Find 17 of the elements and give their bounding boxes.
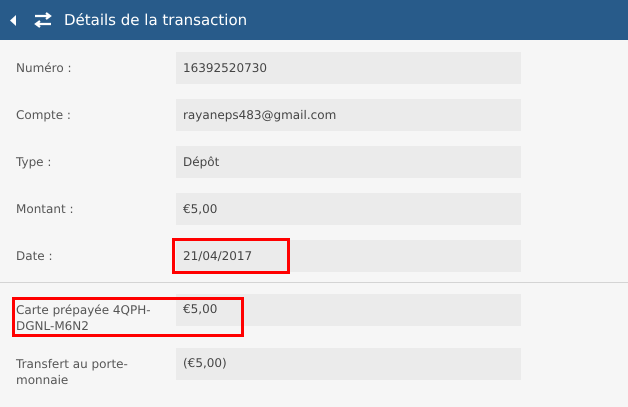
page-title: Détails de la transaction — [64, 11, 248, 29]
field-label: Compte : — [16, 107, 72, 123]
field-value: Dépôt — [176, 146, 521, 178]
field-label: Date : — [16, 248, 54, 264]
field-value: €5,00 — [176, 193, 521, 225]
field-label: Montant : — [16, 201, 75, 217]
field-label: Numéro : — [16, 60, 73, 76]
field-label: Transfert au porte-monnaie — [16, 356, 129, 388]
back-icon[interactable] — [10, 14, 16, 26]
field-value: 16392520730 — [176, 52, 521, 84]
field-value: rayaneps483@gmail.com — [176, 99, 521, 131]
swap-arrows-icon — [32, 12, 54, 28]
field-value: €5,00 — [176, 294, 521, 326]
field-label: Type : — [16, 154, 52, 170]
field-value: (€5,00) — [176, 348, 521, 380]
field-value: 21/04/2017 — [176, 240, 521, 272]
field-label: Carte prépayée 4QPH-DGNL-M6N2 — [16, 302, 152, 334]
